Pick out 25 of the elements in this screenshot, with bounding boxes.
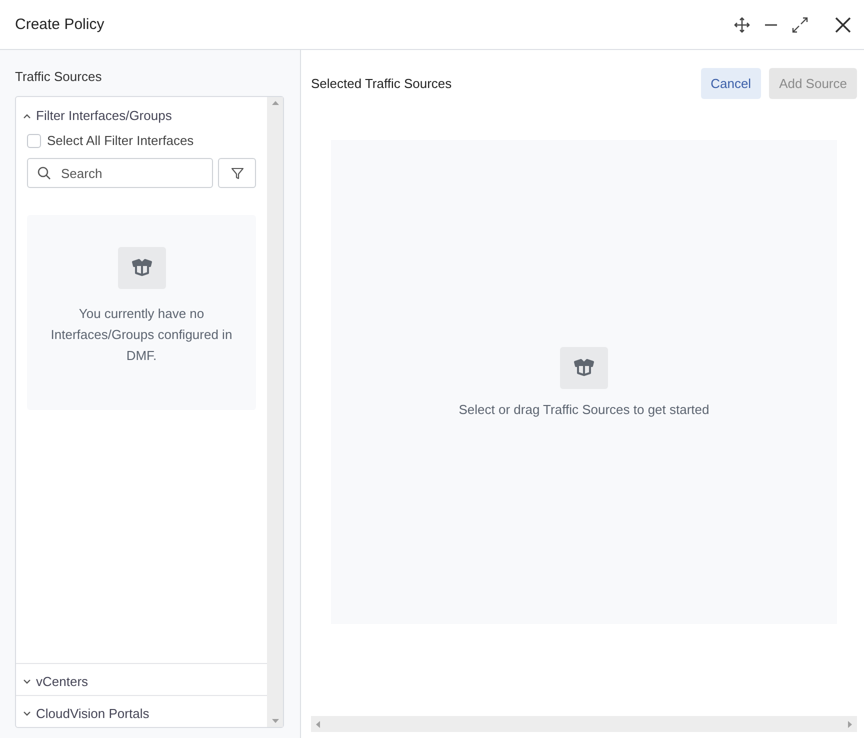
filter-icon — [230, 166, 244, 180]
vertical-scrollbar[interactable] — [267, 97, 283, 727]
scroll-up-icon[interactable] — [272, 101, 278, 105]
close-icon[interactable] — [834, 16, 852, 34]
filter-button[interactable] — [218, 158, 256, 188]
box-icon — [560, 347, 608, 389]
scroll-down-icon[interactable] — [272, 719, 278, 723]
empty-message: You currently have no Interfaces/Groups configured in DMF. — [50, 305, 234, 365]
box-icon — [118, 247, 166, 289]
cancel-button[interactable]: Cancel — [700, 68, 762, 99]
move-icon[interactable] — [734, 16, 750, 32]
section-header[interactable]: vCenters — [16, 664, 96, 695]
window-title: Create Policy — [15, 16, 106, 33]
checkbox-label: Select All Filter Interfaces — [47, 133, 194, 148]
empty-message: Select or drag Traffic Sources to get started — [458, 402, 710, 417]
scroll-right-icon[interactable] — [848, 720, 852, 728]
checkbox[interactable] — [27, 134, 41, 148]
section-header[interactable]: Filter Interfaces/Groups — [16, 97, 179, 129]
horizontal-scrollbar[interactable] — [311, 716, 857, 732]
search-field[interactable]: Search — [27, 158, 213, 188]
expand-icon[interactable] — [792, 16, 808, 32]
scroll-left-icon[interactable] — [316, 720, 320, 728]
panel-title: Selected Traffic Sources — [311, 76, 453, 91]
section-header[interactable]: CloudVision Portals — [16, 696, 156, 727]
panel-title: Traffic Sources — [15, 69, 103, 84]
